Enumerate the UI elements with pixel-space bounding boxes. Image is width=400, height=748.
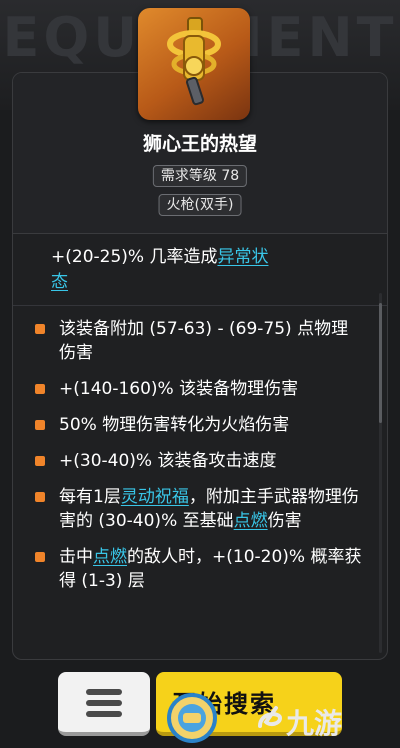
level-requirement-badge: 需求等级 78 [152,165,248,187]
modifier-text: 每有1层 [59,487,121,507]
scrollbar[interactable] [379,293,382,653]
keyword-link-ignite[interactable]: 点燃 [234,511,268,531]
hamburger-icon [86,689,122,717]
bullet-icon [35,324,45,334]
divider [13,305,387,306]
keyword-link-agile-blessing[interactable]: 灵动祝福 [121,487,189,507]
modifier-item: 每有1层灵动祝福，附加主手武器物理伤害的 (30-40)% 至基础点燃伤害 [35,485,365,533]
divider [13,233,387,234]
modifier-item: 50% 物理伤害转化为火焰伤害 [35,413,365,437]
modifier-list: 该装备附加 (57-63) - (69-75) 点物理伤害 +(140-160)… [35,317,365,605]
implicit-text: +(20-25)% 几率造成 [51,247,218,267]
modifier-item: 该装备附加 (57-63) - (69-75) 点物理伤害 [35,317,365,365]
implicit-modifier: +(20-25)% 几率造成异常状 态 [51,245,351,295]
item-tooltip-panel: 狮心王的热望 需求等级 78 火枪(双手) +(20-25)% 几率造成异常状 … [12,72,388,660]
bullet-icon [35,492,45,502]
modifier-text: +(140-160)% 该装备物理伤害 [59,379,299,399]
bullet-icon [35,456,45,466]
modifier-text: 该装备附加 (57-63) - (69-75) 点物理伤害 [59,319,349,363]
keyword-link-ignite[interactable]: 点燃 [93,547,127,567]
menu-button[interactable] [58,672,150,736]
modifier-item: +(140-160)% 该装备物理伤害 [35,377,365,401]
modifier-text: 伤害 [267,511,302,531]
modifier-item: 击中点燃的敌人时，+(10-20)% 概率获得 (1-3) 层 [35,545,365,593]
bullet-icon [35,552,45,562]
scrollbar-thumb[interactable] [379,303,382,423]
modifier-text: 50% 物理伤害转化为火焰伤害 [59,415,290,435]
modifier-text: 击中 [59,547,93,567]
watermark-text: 九游 [286,707,343,740]
golden-firearm-icon [138,8,250,120]
bullet-icon [35,384,45,394]
keyword-link-abnormal-status[interactable]: 异常状 [217,247,268,267]
modifier-item: +(30-40)% 该装备攻击速度 [35,449,365,473]
bullet-icon [35,420,45,430]
weapon-type-badge: 火枪(双手) [158,194,242,216]
modifier-text: +(30-40)% 该装备攻击速度 [59,451,277,471]
nine-game-logo-icon [258,706,283,728]
seal-logo-icon [167,693,217,743]
keyword-link-abnormal-status-tail[interactable]: 态 [51,272,68,292]
item-name: 狮心王的热望 [142,133,257,155]
